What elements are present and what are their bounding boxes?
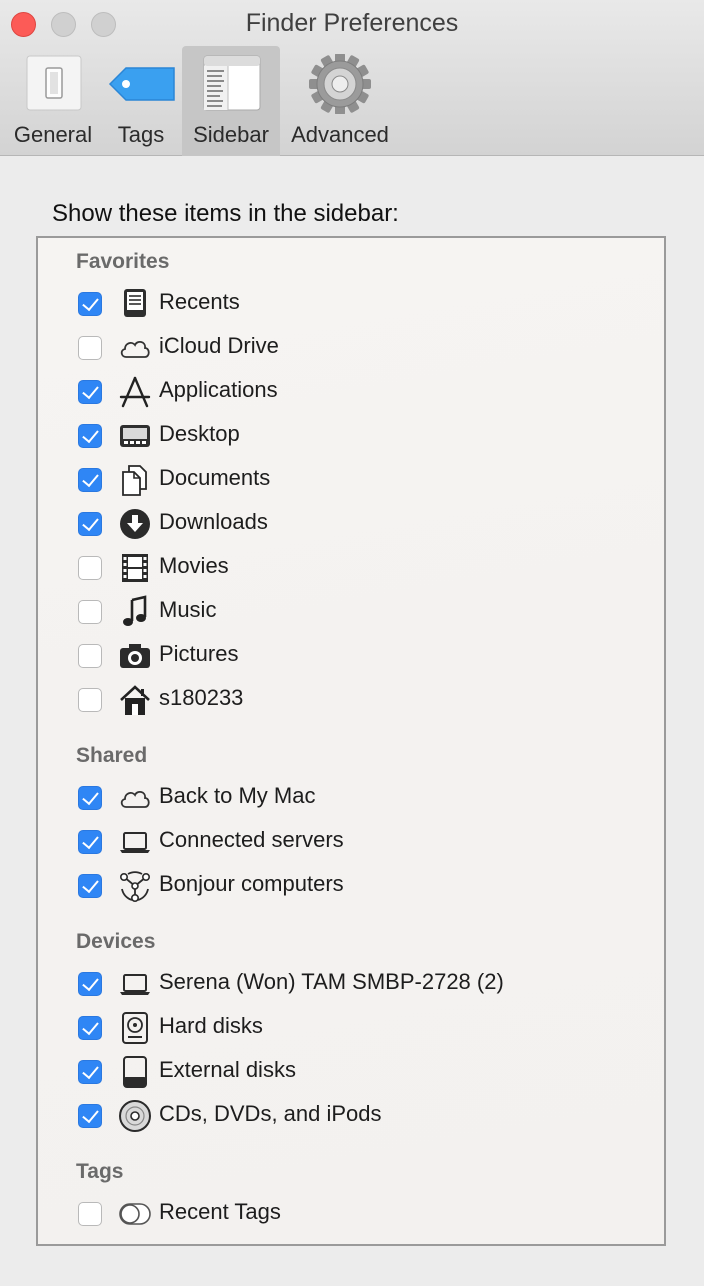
recents-label: Recents	[159, 289, 240, 314]
movies-checkbox[interactable]	[78, 556, 102, 580]
camera-icon	[120, 644, 150, 668]
sidebar-icon	[203, 55, 261, 111]
list-item-home[interactable]: s180233	[38, 680, 664, 720]
downloads-checkbox[interactable]	[78, 512, 102, 536]
tag-toggle-icon	[119, 1203, 151, 1225]
disc-icon	[119, 1100, 151, 1132]
window-title: Finder Preferences	[245, 9, 459, 37]
tab-tags-label: Tags	[117, 122, 165, 147]
connected-servers-label: Connected servers	[159, 827, 344, 852]
this-computer-checkbox[interactable]	[78, 972, 102, 996]
list-item-hard-disks[interactable]: Hard disks	[38, 1008, 664, 1048]
documents-icon	[122, 465, 147, 496]
titlebar-toolbar: Finder Preferences General Tags Sidebar …	[0, 0, 704, 156]
list-item-movies[interactable]: Movies	[38, 548, 664, 588]
recent-tags-checkbox[interactable]	[78, 1202, 102, 1226]
list-item-this-computer[interactable]: Serena (Won) TAM SMBP-2728 (2)	[38, 964, 664, 1004]
movies-icon	[122, 554, 148, 582]
gear-icon	[309, 53, 371, 115]
list-item-documents[interactable]: Documents	[38, 460, 664, 500]
list-item-downloads[interactable]: Downloads	[38, 504, 664, 544]
icloud-drive-label: iCloud Drive	[159, 333, 279, 358]
list-item-desktop[interactable]: Desktop	[38, 416, 664, 456]
cloud-icon	[120, 791, 150, 808]
cds-dvds-ipods-label: CDs, DVDs, and iPods	[159, 1101, 382, 1126]
music-note-icon	[123, 595, 147, 626]
desktop-icon	[120, 425, 150, 447]
list-item-pictures[interactable]: Pictures	[38, 636, 664, 676]
documents-checkbox[interactable]	[78, 468, 102, 492]
music-label: Music	[159, 597, 217, 622]
list-item-icloud-drive[interactable]: iCloud Drive	[38, 328, 664, 368]
back-to-my-mac-checkbox[interactable]	[78, 786, 102, 810]
general-switch-icon	[26, 55, 82, 111]
desktop-checkbox[interactable]	[78, 424, 102, 448]
tag-icon	[108, 67, 175, 101]
external-disk-icon	[123, 1056, 147, 1088]
section-title-favorites: Favorites	[76, 250, 170, 273]
bonjour-computers-checkbox[interactable]	[78, 874, 102, 898]
section-title-devices: Devices	[76, 930, 156, 953]
laptop-icon	[120, 832, 150, 853]
icloud-drive-checkbox[interactable]	[78, 336, 102, 360]
section-title-shared: Shared	[76, 744, 148, 767]
recents-icon	[124, 289, 146, 317]
cds-dvds-ipods-checkbox[interactable]	[78, 1104, 102, 1128]
tab-general[interactable]: General	[6, 46, 100, 156]
list-item-connected-servers[interactable]: Connected servers	[38, 822, 664, 862]
applications-label: Applications	[159, 377, 278, 402]
list-item-recents[interactable]: Recents	[38, 284, 664, 324]
hard-disk-icon	[122, 1012, 148, 1044]
tab-tags[interactable]: Tags	[104, 46, 178, 156]
home-checkbox[interactable]	[78, 688, 102, 712]
sidebar-items-list: Favorites Recents iCloud Drive Applicati…	[36, 236, 666, 1246]
bonjour-icon	[119, 871, 150, 902]
list-item-recent-tags[interactable]: Recent Tags	[38, 1194, 664, 1234]
tab-sidebar-label: Sidebar	[193, 122, 269, 147]
hard-disks-label: Hard disks	[159, 1013, 263, 1038]
recents-checkbox[interactable]	[78, 292, 102, 316]
music-checkbox[interactable]	[78, 600, 102, 624]
documents-label: Documents	[159, 465, 271, 490]
desktop-label: Desktop	[159, 421, 240, 446]
list-item-cds-dvds-ipods[interactable]: CDs, DVDs, and iPods	[38, 1096, 664, 1136]
pictures-checkbox[interactable]	[78, 644, 102, 668]
pictures-label: Pictures	[159, 641, 239, 666]
list-item-back-to-my-mac[interactable]: Back to My Mac	[38, 778, 664, 818]
recent-tags-label: Recent Tags	[159, 1199, 281, 1224]
cloud-icon	[120, 341, 150, 358]
list-item-external-disks[interactable]: External disks	[38, 1052, 664, 1092]
list-item-music[interactable]: Music	[38, 592, 664, 632]
back-to-my-mac-label: Back to My Mac	[159, 783, 316, 808]
bonjour-computers-label: Bonjour computers	[159, 871, 344, 896]
this-computer-label: Serena (Won) TAM SMBP-2728 (2)	[159, 969, 504, 994]
external-disks-checkbox[interactable]	[78, 1060, 102, 1084]
downloads-label: Downloads	[159, 509, 268, 534]
home-label: s180233	[159, 685, 244, 710]
tab-advanced[interactable]: Advanced	[284, 46, 396, 156]
movies-label: Movies	[159, 553, 229, 578]
home-icon	[120, 685, 150, 715]
hard-disks-checkbox[interactable]	[78, 1016, 102, 1040]
downloads-icon	[120, 509, 150, 539]
panel-heading: Show these items in the sidebar:	[52, 200, 399, 227]
external-disks-label: External disks	[159, 1057, 296, 1082]
connected-servers-checkbox[interactable]	[78, 830, 102, 854]
tab-sidebar[interactable]: Sidebar	[182, 46, 280, 156]
list-item-bonjour-computers[interactable]: Bonjour computers	[38, 866, 664, 906]
tab-general-label: General	[13, 122, 93, 147]
section-title-tags: Tags	[76, 1160, 124, 1183]
list-item-applications[interactable]: Applications	[38, 372, 664, 412]
applications-icon	[119, 376, 151, 408]
applications-checkbox[interactable]	[78, 380, 102, 404]
finder-preferences-window: Finder Preferences General Tags Sidebar …	[0, 0, 704, 1286]
tab-advanced-label: Advanced	[291, 122, 389, 147]
laptop-icon	[120, 974, 150, 995]
